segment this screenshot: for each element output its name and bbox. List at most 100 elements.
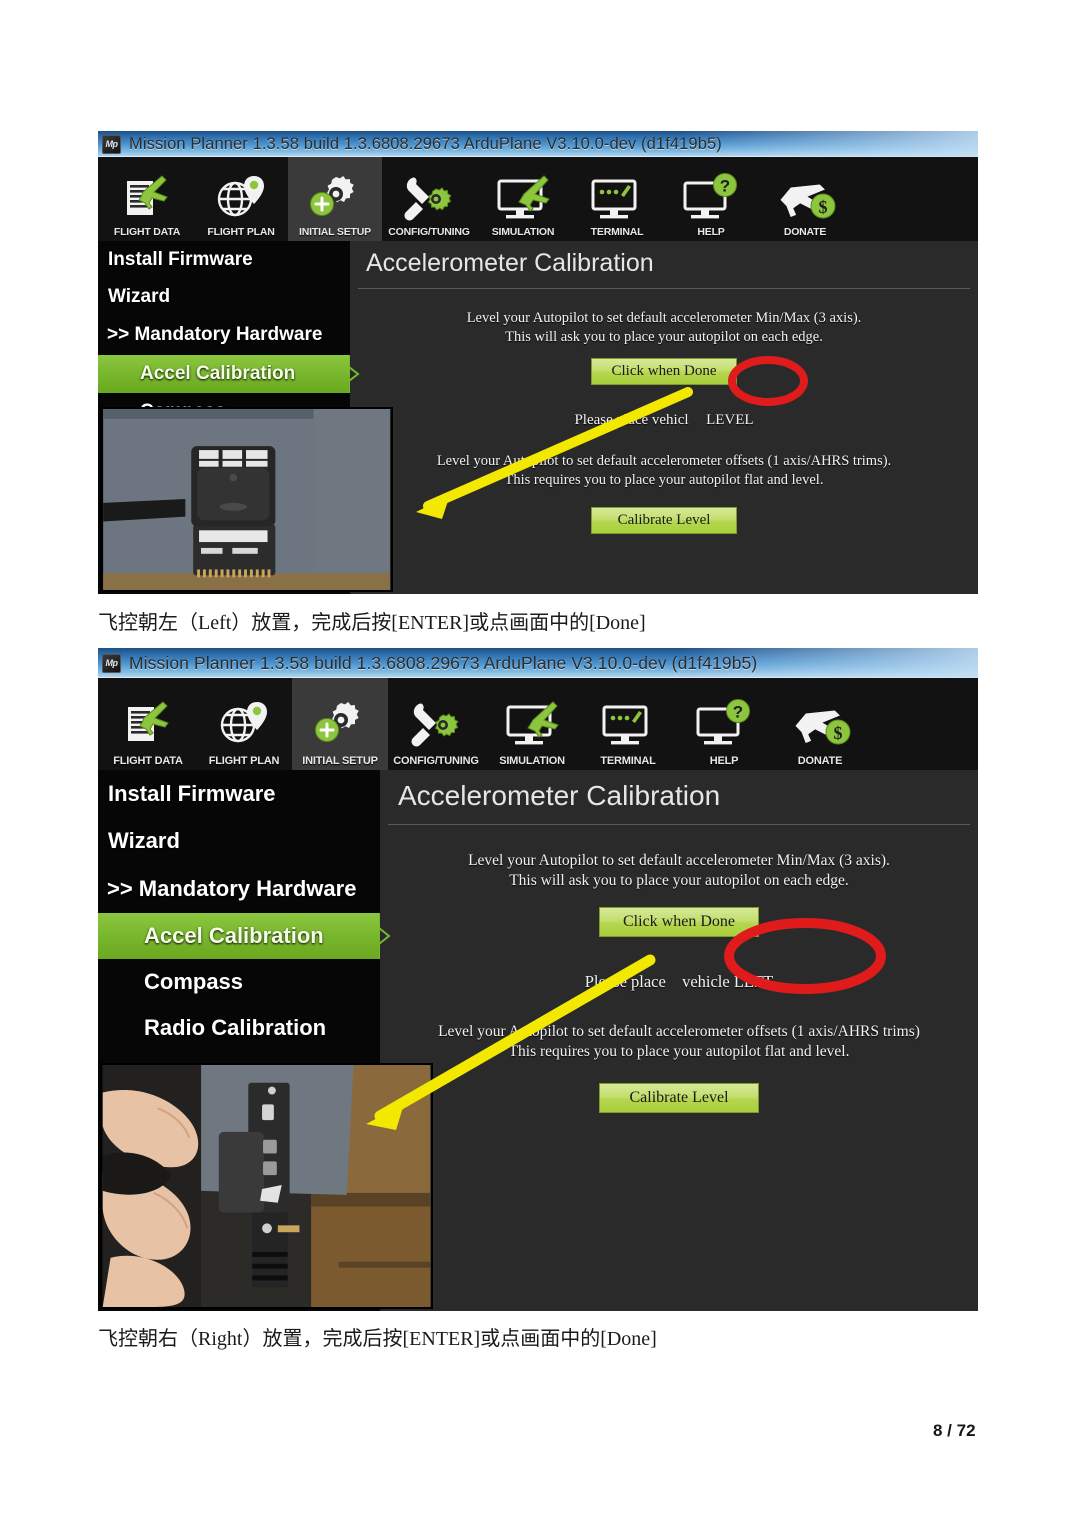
flight-data-icon: [110, 172, 184, 226]
instruction-line-2: This will ask you to place your autopilo…: [505, 328, 823, 345]
toolbar-item-simulation[interactable]: SIMULATION: [476, 157, 570, 241]
terminal-icon: [580, 172, 654, 226]
simulation-icon: [495, 695, 569, 755]
window-title: Mission Planner 1.3.58 build 1.3.6808.29…: [129, 652, 758, 673]
click-when-done-button[interactable]: Click when Done: [599, 906, 759, 937]
instruction-line-3: Level your Autopilot to set default acce…: [436, 453, 892, 470]
main-toolbar-1: FLIGHT DATA FLIGHT PLAN INITIAL SETUP CO…: [98, 157, 978, 241]
status-highlight: vehicle LEFT: [682, 971, 774, 991]
toolbar-item-simulation[interactable]: SIMULATION: [484, 678, 580, 770]
flight-data-icon: [111, 695, 185, 755]
toolbar-label: DONATE: [783, 226, 827, 238]
toolbar-label: SIMULATION: [491, 226, 555, 238]
initial-setup-icon: [303, 695, 377, 755]
toolbar-label: CONFIG/TUNING: [388, 226, 470, 238]
sidebar-item-label: Compass: [144, 969, 244, 994]
terminal-icon: [591, 695, 665, 755]
sidebar-item-install-firmware[interactable]: Install Firmware: [98, 770, 380, 817]
toolbar-item-flight-data[interactable]: FLIGHT DATA: [100, 678, 196, 770]
mission-planner-window-1: Mp Mission Planner 1.3.58 build 1.3.6808…: [98, 131, 978, 594]
svg-text:?: ?: [720, 177, 730, 196]
svg-text:?: ?: [733, 703, 743, 722]
calibrate-level-button[interactable]: Calibrate Level: [599, 1083, 759, 1114]
flight-plan-icon: [204, 172, 278, 226]
sidebar-item-label: Accel Calibration: [140, 363, 296, 384]
sidebar-item-wizard[interactable]: Wizard: [98, 817, 380, 864]
svg-text:$: $: [834, 723, 843, 743]
toolbar-label: DONATE: [797, 755, 843, 767]
content-panel-1: Accelerometer Calibration Level your Aut…: [350, 241, 978, 594]
toolbar-item-help[interactable]: ? HELP: [664, 157, 758, 241]
mission-planner-window-2: Mp Mission Planner 1.3.58 build 1.3.6808…: [98, 648, 978, 1311]
sidebar-item-install-firmware[interactable]: Install Firmware: [98, 241, 350, 278]
initial-setup-icon: [298, 172, 372, 226]
sidebar-item-label: >> Mandatory Hardware: [107, 324, 323, 345]
main-toolbar-2: FLIGHT DATA FLIGHT PLAN INITIAL SETUP CO…: [98, 678, 978, 770]
donate-icon: $: [768, 172, 842, 226]
config-tuning-icon: [392, 172, 466, 226]
toolbar-label: TERMINAL: [600, 755, 656, 767]
toolbar-label: TERMINAL: [590, 226, 644, 238]
panel-title-divider: [388, 824, 970, 825]
toolbar-label: FLIGHT PLAN: [207, 226, 275, 238]
panel-title: Accelerometer Calibration: [366, 249, 654, 277]
calibrate-level-button[interactable]: Calibrate Level: [591, 507, 737, 535]
instruction-line-4: This requires you to place your autopilo…: [508, 1042, 850, 1060]
selection-arrow-icon: [348, 355, 366, 393]
sidebar-item-accel-calibration[interactable]: Accel Calibration: [98, 355, 366, 393]
sidebar-item-label: Wizard: [108, 285, 171, 307]
app-logo-icon: Mp: [102, 134, 121, 154]
status-prefix: Please place: [584, 971, 666, 991]
toolbar-label: HELP: [697, 226, 725, 238]
instruction-line-3: Level your Autopilot to set default acce…: [438, 1022, 920, 1040]
selection-arrow-icon: [378, 913, 398, 959]
app-logo-icon: Mp: [102, 653, 121, 673]
status-highlight: LEVEL: [706, 412, 754, 429]
click-when-done-button[interactable]: Click when Done: [591, 358, 737, 386]
toolbar-item-config-tuning[interactable]: CONFIG/TUNING: [382, 157, 476, 241]
document-page: Mp Mission Planner 1.3.58 build 1.3.6808…: [0, 0, 1080, 1528]
sidebar-item-label: >> Mandatory Hardware: [107, 875, 357, 901]
caption-1: 飞控朝左（Left）放置，完成后按[ENTER]或点画面中的[Done]: [98, 612, 646, 634]
sidebar-item-accel-calibration[interactable]: Accel Calibration: [98, 913, 398, 959]
caption-2: 飞控朝右（Right）放置，完成后按[ENTER]或点画面中的[Done]: [98, 1328, 657, 1350]
config-tuning-icon: [399, 695, 473, 755]
instruction-line-2: This will ask you to place your autopilo…: [509, 871, 849, 889]
title-bar-2: Mp Mission Planner 1.3.58 build 1.3.6808…: [98, 648, 978, 678]
help-icon: ?: [687, 695, 761, 755]
window-title: Mission Planner 1.3.58 build 1.3.6808.29…: [129, 134, 722, 153]
photo-hand-holding-controller: [100, 1063, 433, 1309]
sidebar-item-compass[interactable]: Compass: [98, 959, 380, 1005]
toolbar-item-initial-setup[interactable]: INITIAL SETUP: [288, 157, 382, 241]
title-bar-1: Mp Mission Planner 1.3.58 build 1.3.6808…: [98, 131, 978, 157]
toolbar-item-flight-data[interactable]: FLIGHT DATA: [100, 157, 194, 241]
toolbar-label: INITIAL SETUP: [299, 226, 371, 238]
toolbar-item-flight-plan[interactable]: FLIGHT PLAN: [196, 678, 292, 770]
toolbar-item-config-tuning[interactable]: CONFIG/TUNING: [388, 678, 484, 770]
sidebar-item-mandatory-hardware[interactable]: >> Mandatory Hardware: [98, 864, 380, 913]
instruction-line-4: This requires you to place your autopilo…: [504, 471, 824, 488]
simulation-icon: [486, 172, 560, 226]
donate-icon: $: [783, 695, 857, 755]
sidebar-item-radio-calibration[interactable]: Radio Calibration: [98, 1005, 380, 1051]
toolbar-item-flight-plan[interactable]: FLIGHT PLAN: [194, 157, 288, 241]
toolbar-label: HELP: [709, 755, 739, 767]
toolbar-item-donate[interactable]: $ DONATE: [758, 157, 852, 241]
toolbar-item-help[interactable]: ? HELP: [676, 678, 772, 770]
status-prefix: Please place vehicl: [574, 412, 689, 429]
toolbar-item-initial-setup[interactable]: INITIAL SETUP: [292, 678, 388, 770]
sidebar-item-label: Install Firmware: [108, 780, 276, 806]
toolbar-label: FLIGHT DATA: [113, 755, 183, 767]
toolbar-item-terminal[interactable]: TERMINAL: [570, 157, 664, 241]
page-number: 8 / 72: [933, 1421, 976, 1440]
sidebar-item-label: Install Firmware: [108, 248, 253, 270]
instruction-line-1: Level your Autopilot to set default acce…: [466, 310, 862, 326]
sidebar-item-mandatory-hardware[interactable]: >> Mandatory Hardware: [98, 315, 350, 355]
toolbar-item-donate[interactable]: $ DONATE: [772, 678, 868, 770]
toolbar-label: CONFIG/TUNING: [393, 755, 479, 767]
sidebar-item-wizard[interactable]: Wizard: [98, 278, 350, 315]
sidebar-item-label: Radio Calibration: [144, 1015, 327, 1040]
help-icon: ?: [674, 172, 748, 226]
toolbar-label: FLIGHT PLAN: [208, 755, 280, 767]
toolbar-item-terminal[interactable]: TERMINAL: [580, 678, 676, 770]
